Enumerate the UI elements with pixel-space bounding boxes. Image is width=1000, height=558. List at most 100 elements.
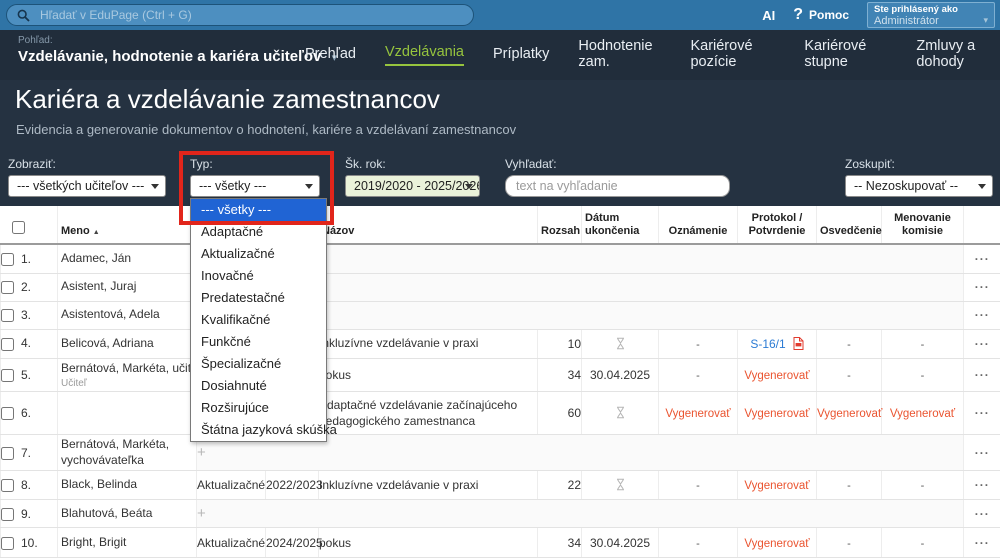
protokol-cell-document-link[interactable]: S-16/1 xyxy=(750,337,785,351)
zoskupit-select[interactable]: -- Nezoskupovať -- xyxy=(845,175,993,197)
typ-option[interactable]: Kvalifikačné xyxy=(191,309,326,331)
column-header-menovanie[interactable]: Menovanie komisie xyxy=(882,206,964,244)
typ-option[interactable]: Špecializačné xyxy=(191,353,326,375)
add-education-icon[interactable]: + xyxy=(197,505,206,522)
protokol-cell: Vygenerovať xyxy=(738,471,817,500)
row-actions-button[interactable]: ··· xyxy=(975,280,990,294)
datum-cell xyxy=(582,392,659,435)
column-header-protokol[interactable]: Protokol / Potvrdenie xyxy=(738,206,817,244)
row-select-cell: 3. xyxy=(1,301,58,329)
search-input[interactable] xyxy=(38,7,463,23)
row-checkbox[interactable] xyxy=(1,537,14,550)
row-number: 4. xyxy=(21,336,31,350)
tab-pr-platky[interactable]: Príplatky xyxy=(493,46,549,64)
row-checkbox[interactable] xyxy=(1,253,14,266)
page-title: Kariéra a vzdelávanie zamestnancov xyxy=(15,84,440,115)
column-header-rozsah[interactable]: Rozsah xyxy=(538,206,582,244)
sk-rok-select[interactable]: 2019/2020 - 2025/2026 xyxy=(345,175,480,197)
row-checkbox[interactable] xyxy=(1,508,14,521)
menovanie-cell-value: - xyxy=(921,370,925,382)
row-actions-button[interactable]: ··· xyxy=(975,478,990,492)
row-checkbox[interactable] xyxy=(1,281,14,294)
typ-label: Typ: xyxy=(190,157,213,171)
typ-option[interactable]: Rozširujúce xyxy=(191,397,326,419)
typ-option[interactable]: Inovačné xyxy=(191,265,326,287)
row-checkbox[interactable] xyxy=(1,309,14,322)
employee-name-cell[interactable]: Blahutová, Beáta xyxy=(58,500,197,528)
protokol-cell-generate-link[interactable]: Vygenerovať xyxy=(744,370,809,382)
row-checkbox[interactable] xyxy=(1,447,14,460)
table-row: 10.Bright, BrigitAktualizačné2024/2025po… xyxy=(1,528,1000,558)
typ-option[interactable]: Štátna jazyková skúška xyxy=(191,419,326,441)
zobrazit-select[interactable]: --- všetkých učiteľov --- xyxy=(8,175,166,197)
select-all-checkbox[interactable] xyxy=(12,221,25,234)
row-actions-button[interactable]: ··· xyxy=(975,536,990,550)
employee-name-cell[interactable]: Bright, Brigit xyxy=(58,528,197,558)
help-button[interactable]: ? Pomoc xyxy=(793,6,849,24)
employee-name: Belicová, Adriana xyxy=(58,334,196,354)
column-header-datum[interactable]: Dátum ukončenia xyxy=(582,206,659,244)
typ-option[interactable]: Aktualizačné xyxy=(191,243,326,265)
table-row: 6.Adaptačné vzdelávanie začínajúceho ped… xyxy=(1,392,1000,435)
row-checkbox[interactable] xyxy=(1,407,14,420)
top-bar: AI ? Pomoc Ste prihlásený ako Administrá… xyxy=(0,0,1000,30)
typ-cell: Aktualizačné xyxy=(197,471,266,500)
protokol-cell-generate-link[interactable]: Vygenerovať xyxy=(744,408,809,420)
employee-name-cell[interactable]: Adamec, Ján xyxy=(58,244,197,273)
column-header-nazov[interactable]: Názov xyxy=(319,206,538,244)
column-header-meno[interactable]: Meno ▲ xyxy=(58,206,197,244)
row-actions-button[interactable]: ··· xyxy=(975,406,990,420)
typ-option[interactable]: Predatestačné xyxy=(191,287,326,309)
sk-rok-cell: 2022/2023 xyxy=(266,471,319,500)
employee-name-cell[interactable]: Black, Belinda xyxy=(58,471,197,500)
row-actions-button[interactable]: ··· xyxy=(975,308,990,322)
row-checkbox[interactable] xyxy=(1,479,14,492)
search-table-input[interactable] xyxy=(505,175,730,197)
logged-in-user-menu[interactable]: Ste prihlásený ako Administrátor ▾ xyxy=(867,2,995,28)
menovanie-cell-generate-link[interactable]: Vygenerovať xyxy=(890,408,955,420)
row-checkbox[interactable] xyxy=(1,338,14,351)
osvedcenie-cell: - xyxy=(817,329,882,358)
row-actions-button[interactable]: ··· xyxy=(975,252,990,266)
nazov-cell: Inkluzívne vzdelávanie v praxi xyxy=(319,471,538,500)
employee-name-cell[interactable] xyxy=(58,392,197,435)
row-number: 9. xyxy=(21,507,31,521)
sort-asc-icon: ▲ xyxy=(93,229,100,236)
column-header-osvedcenie[interactable]: Osvedčenie xyxy=(817,206,882,244)
typ-option[interactable]: --- všetky --- xyxy=(191,199,326,221)
view-selector[interactable]: Pohľad: Vzdelávanie, hodnotenie a kariér… xyxy=(18,35,337,65)
add-education-icon[interactable]: + xyxy=(197,444,206,461)
tab-vzdel-vania[interactable]: Vzdelávania xyxy=(385,44,464,66)
typ-select[interactable]: --- všetky --- xyxy=(190,175,320,197)
osvedcenie-cell-generate-link[interactable]: Vygenerovať xyxy=(817,408,882,420)
row-actions-button[interactable]: ··· xyxy=(975,368,990,382)
oznamenie-cell-generate-link[interactable]: Vygenerovať xyxy=(665,408,730,420)
row-checkbox[interactable] xyxy=(1,369,14,382)
row-actions-button[interactable]: ··· xyxy=(975,337,990,351)
typ-option[interactable]: Adaptačné xyxy=(191,221,326,243)
tab-kari-rov-stupne[interactable]: Kariérové stupne xyxy=(804,38,887,72)
row-actions-button[interactable]: ··· xyxy=(975,507,990,521)
nazov-cell: Inkluzívne vzdelávanie v praxi xyxy=(319,329,538,358)
typ-option[interactable]: Funkčné xyxy=(191,331,326,353)
pdf-icon[interactable] xyxy=(793,337,804,350)
row-actions-button[interactable]: ··· xyxy=(975,446,990,460)
tab-hodnotenie-zam-[interactable]: Hodnotenie zam. xyxy=(578,38,661,72)
column-header-oznamenie[interactable]: Oznámenie xyxy=(659,206,738,244)
tab-preh-ad[interactable]: Prehľad xyxy=(305,46,356,64)
row-select-cell: 4. xyxy=(1,329,58,358)
osvedcenie-cell: - xyxy=(817,358,882,392)
employee-name-cell[interactable]: Belicová, Adriana xyxy=(58,329,197,358)
employee-name-cell[interactable]: Bernátová, Markéta, vychovávateľka xyxy=(58,435,197,471)
tab-kari-rov-poz-cie[interactable]: Kariérové pozície xyxy=(690,38,775,72)
ai-button[interactable]: AI xyxy=(762,8,775,23)
typ-option[interactable]: Dosiahnuté xyxy=(191,375,326,397)
global-search[interactable] xyxy=(6,4,474,26)
protokol-cell-generate-link[interactable]: Vygenerovať xyxy=(744,480,809,492)
employee-name-cell[interactable]: Asistentová, Adela xyxy=(58,301,197,329)
chevron-down-icon: ▾ xyxy=(983,15,988,26)
row-actions-cell: ··· xyxy=(964,358,1000,392)
employee-name-cell[interactable]: Asistent, Juraj xyxy=(58,273,197,301)
employee-name-cell[interactable]: Bernátová, Markéta, učiteľkaUčiteľ xyxy=(58,358,197,392)
tab-zmluvy-a-dohody[interactable]: Zmluvy a dohody xyxy=(916,38,1000,72)
